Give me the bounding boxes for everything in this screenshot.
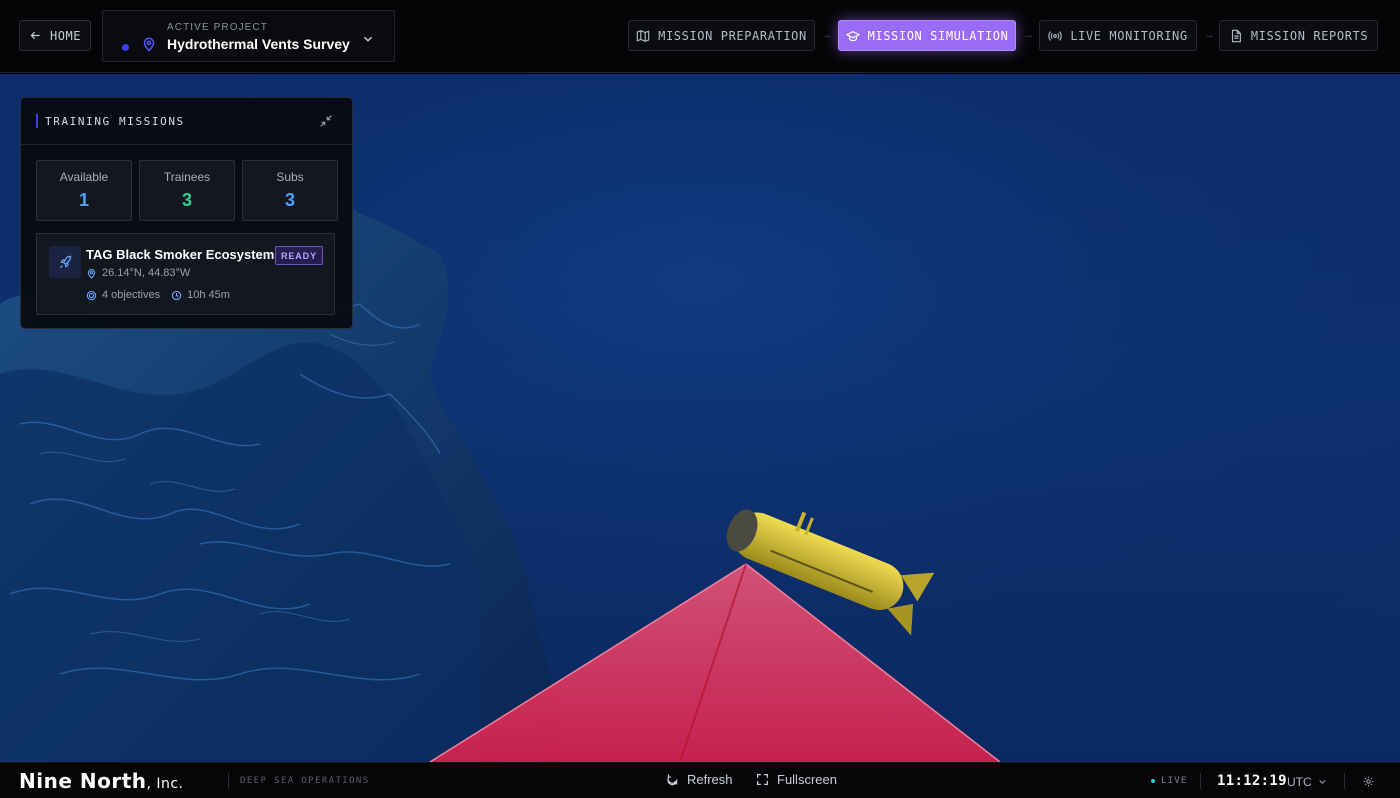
- live-indicator: LIVE: [1151, 776, 1187, 786]
- fullscreen-label: Fullscreen: [777, 772, 837, 787]
- training-missions-panel: TRAINING MISSIONS Available 1 Trainees 3…: [20, 97, 353, 329]
- refresh-button[interactable]: Refresh: [666, 772, 733, 787]
- mission-objectives: 4 objectives: [102, 289, 161, 301]
- tagline: DEEP SEA OPERATIONS: [240, 776, 370, 786]
- mission-icon-box: [49, 246, 81, 278]
- project-selector[interactable]: ACTIVE PROJECT Hydrothermal Vents Survey: [102, 10, 395, 62]
- mission-card[interactable]: TAG Black Smoker Ecosystem READY 26.14°N…: [36, 233, 335, 315]
- utc-clock: 11:12:19: [1217, 773, 1287, 789]
- stat-value: 3: [181, 190, 192, 210]
- step-arrow: →: [821, 29, 832, 41]
- divider: [228, 773, 229, 789]
- graduation-cap-icon: [845, 30, 860, 41]
- collapse-icon[interactable]: [319, 114, 333, 128]
- timezone-select[interactable]: UTC: [1287, 775, 1312, 789]
- brand-suffix: , Inc.: [146, 776, 184, 792]
- chevron-down-icon[interactable]: [1318, 777, 1327, 786]
- stat-trainees: Trainees 3: [139, 160, 235, 221]
- location-pin-icon: [87, 268, 96, 279]
- refresh-label: Refresh: [687, 772, 733, 787]
- home-label: HOME: [50, 28, 81, 43]
- step-mission-reports[interactable]: MISSION REPORTS: [1219, 20, 1378, 51]
- stat-value: 3: [284, 190, 295, 210]
- stat-label: Trainees: [163, 170, 211, 184]
- mission-name: TAG Black Smoker Ecosystem: [86, 247, 275, 262]
- step-label: MISSION PREPARATION: [658, 28, 807, 43]
- refresh-icon: [667, 774, 678, 786]
- stat-label: Available: [59, 170, 109, 184]
- step-label: MISSION REPORTS: [1250, 28, 1369, 43]
- live-label: LIVE: [1161, 776, 1188, 786]
- stat-value: 1: [78, 190, 89, 210]
- mission-meta-row: 4 objectives 10h 45m: [86, 289, 230, 301]
- arrow-left-icon: [30, 31, 40, 40]
- document-icon: [1231, 29, 1241, 42]
- map-icon: [636, 29, 650, 42]
- step-mission-simulation[interactable]: MISSION SIMULATION: [838, 20, 1016, 51]
- step-live-monitoring[interactable]: LIVE MONITORING: [1039, 20, 1197, 51]
- top-bar: HOME ACTIVE PROJECT Hydrothermal Vents S…: [0, 0, 1400, 73]
- mission-coords: 26.14°N, 44.83°W: [102, 267, 191, 279]
- stat-available: Available 1: [36, 160, 132, 221]
- stat-label: Subs: [276, 170, 304, 184]
- step-label: LIVE MONITORING: [1070, 28, 1188, 43]
- rocket-icon: [59, 255, 71, 268]
- fullscreen-icon: [757, 774, 768, 785]
- panel-title: TRAINING MISSIONS: [45, 115, 185, 128]
- stat-subs: Subs 3: [242, 160, 338, 221]
- fullscreen-button[interactable]: Fullscreen: [756, 772, 837, 787]
- project-status-dot: [122, 44, 129, 51]
- broadcast-icon: [1048, 30, 1063, 41]
- live-dot: [1151, 779, 1155, 783]
- settings-icon[interactable]: [1363, 776, 1374, 787]
- panel-accent-bar: [36, 114, 38, 128]
- brand-logo[interactable]: Nine North, Inc.: [19, 769, 184, 793]
- home-button[interactable]: HOME: [19, 20, 91, 51]
- clock-icon: [171, 290, 182, 300]
- divider: [1344, 773, 1345, 789]
- location-pin-icon: [143, 37, 155, 52]
- mission-location-row: 26.14°N, 44.83°W: [86, 267, 190, 279]
- step-arrow: →: [1204, 29, 1215, 41]
- mission-duration: 10h 45m: [187, 289, 230, 301]
- footer-bar: Nine North, Inc. DEEP SEA OPERATIONS Ref…: [0, 762, 1400, 798]
- step-label: MISSION SIMULATION: [867, 28, 1009, 43]
- project-kicker: ACTIVE PROJECT: [167, 22, 268, 33]
- panel-header: TRAINING MISSIONS: [21, 98, 352, 145]
- target-icon: [86, 290, 97, 300]
- divider: [1200, 773, 1201, 789]
- brand-name: Nine North: [19, 769, 147, 793]
- step-mission-preparation[interactable]: MISSION PREPARATION: [628, 20, 815, 51]
- chevron-down-icon: [364, 36, 372, 42]
- status-badge: READY: [275, 246, 323, 265]
- step-arrow: →: [1023, 29, 1034, 41]
- project-name: Hydrothermal Vents Survey: [167, 36, 350, 52]
